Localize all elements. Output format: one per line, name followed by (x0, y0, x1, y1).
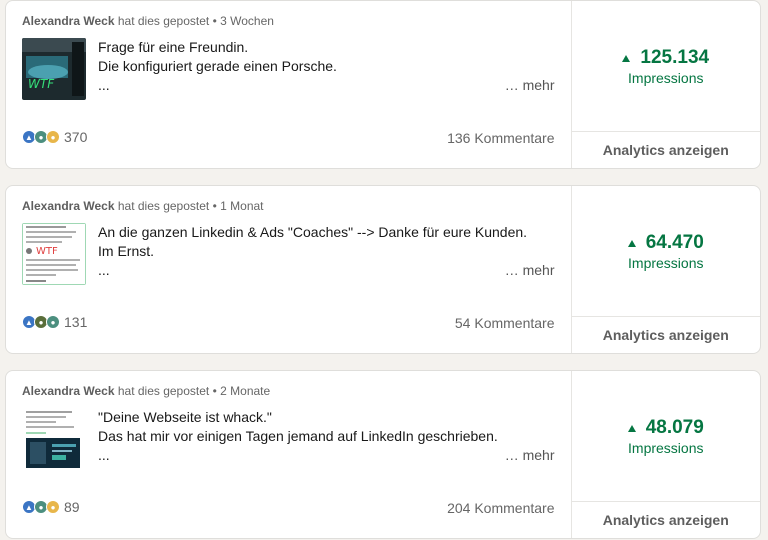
post-time: 2 Monate (220, 384, 271, 398)
post-text-line: Im Ernst. (98, 243, 155, 259)
post-meta: Alexandra Weck hat dies gepostet • 3 Woc… (22, 14, 274, 28)
impressions-label: Impressions (628, 254, 704, 271)
impressions-panel: 125.134 Impressions Analytics anzeigen (570, 1, 761, 168)
impressions-label: Impressions (628, 69, 704, 86)
impressions-stat: 48.079 Impressions (571, 371, 760, 502)
impressions-value: 48.079 (645, 416, 704, 438)
post-summary[interactable]: Alexandra Weck hat dies gepostet • 3 Woc… (6, 1, 571, 168)
more-link[interactable]: … mehr (505, 77, 555, 93)
impressions-panel: 48.079 Impressions Analytics anzeigen (570, 371, 761, 538)
reaction-icons: ▲ ● ● (22, 500, 60, 514)
post-text-line: Frage für eine Freundin. (98, 39, 249, 55)
reactions[interactable]: ▲ ● ● 89 (22, 499, 80, 515)
post-time: 1 Monat (220, 199, 264, 213)
analytics-button[interactable]: Analytics anzeigen (572, 317, 761, 353)
post-text-line: ... (98, 262, 110, 278)
reaction-count[interactable]: 370 (64, 129, 87, 145)
comment-count[interactable]: 136 Kommentare (447, 130, 554, 146)
comment-count[interactable]: 204 Kommentare (447, 500, 554, 516)
analytics-button[interactable]: Analytics anzeigen (572, 502, 761, 538)
trend-up-icon (622, 55, 631, 62)
impressions-panel: 64.470 Impressions Analytics anzeigen (570, 186, 761, 353)
comment-count[interactable]: 54 Kommentare (455, 315, 555, 331)
analytics-button[interactable]: Analytics anzeigen (572, 132, 761, 168)
impressions-value-row: 125.134 (622, 47, 709, 69)
svg-text:WTF: WTF (36, 246, 58, 257)
post-meta: Alexandra Weck hat dies gepostet • 1 Mon… (22, 199, 264, 213)
author-name[interactable]: Alexandra Weck (22, 14, 115, 28)
post-thumbnail[interactable] (22, 408, 86, 470)
post-card: Alexandra Weck hat dies gepostet • 2 Mon… (5, 370, 761, 539)
author-name[interactable]: Alexandra Weck (22, 199, 115, 213)
post-action: hat dies gepostet (117, 14, 210, 28)
reaction-icons: ▲ ● ● (22, 130, 60, 144)
post-text-line: An die ganzen Linkedin & Ads "Coaches" -… (98, 224, 528, 240)
insight-icon: ● (46, 130, 60, 144)
impressions-value-row: 64.470 (627, 231, 704, 254)
trend-up-icon (627, 240, 636, 247)
post-summary[interactable]: Alexandra Weck hat dies gepostet • 1 Mon… (6, 186, 571, 353)
praise-icon: ● (46, 315, 60, 329)
more-link[interactable]: … mehr (505, 262, 555, 278)
post-text-line: Das hat mir vor einigen Tagen jemand auf… (98, 428, 498, 444)
trend-up-icon (627, 425, 636, 432)
author-name[interactable]: Alexandra Weck (22, 384, 115, 398)
more-link[interactable]: … mehr (505, 447, 555, 463)
post-thumbnail[interactable]: WTF (22, 38, 86, 100)
post-card: Alexandra Weck hat dies gepostet • 3 Woc… (5, 0, 761, 169)
post-text-line: Die konfiguriert gerade einen Porsche. (98, 58, 337, 74)
post-card: Alexandra Weck hat dies gepostet • 1 Mon… (5, 185, 761, 354)
svg-text:WTF: WTF (28, 77, 55, 91)
impressions-label: Impressions (628, 439, 704, 456)
post-meta: Alexandra Weck hat dies gepostet • 2 Mon… (22, 384, 270, 398)
reactions[interactable]: ▲ ● ● 131 (22, 314, 87, 330)
meta-separator: • (212, 384, 217, 398)
post-text-line: "Deine Webseite ist whack." (98, 409, 272, 425)
post-text[interactable]: Frage für eine Freundin. Die konfigurier… (98, 38, 558, 95)
reaction-count[interactable]: 131 (64, 314, 87, 330)
post-text[interactable]: An die ganzen Linkedin & Ads "Coaches" -… (98, 223, 558, 280)
reaction-count[interactable]: 89 (64, 499, 80, 515)
meta-separator: • (212, 199, 217, 213)
impressions-stat: 64.470 Impressions (571, 186, 760, 317)
reactions[interactable]: ▲ ● ● 370 (22, 129, 87, 145)
reaction-icons: ▲ ● ● (22, 315, 60, 329)
impressions-value: 125.134 (640, 46, 710, 68)
post-thumbnail[interactable]: WTF (22, 223, 86, 285)
impressions-stat: 125.134 Impressions (571, 1, 760, 132)
meta-separator: • (212, 14, 217, 28)
post-action: hat dies gepostet (117, 199, 210, 213)
insight-icon: ● (46, 500, 60, 514)
post-action: hat dies gepostet (117, 384, 210, 398)
post-text-line: ... (98, 77, 110, 93)
post-summary[interactable]: Alexandra Weck hat dies gepostet • 2 Mon… (6, 371, 571, 538)
impressions-value: 64.470 (645, 231, 704, 253)
impressions-value-row: 48.079 (627, 416, 704, 439)
post-text[interactable]: "Deine Webseite ist whack." Das hat mir … (98, 408, 558, 465)
post-time: 3 Wochen (220, 14, 274, 28)
post-text-line: ... (98, 447, 110, 463)
